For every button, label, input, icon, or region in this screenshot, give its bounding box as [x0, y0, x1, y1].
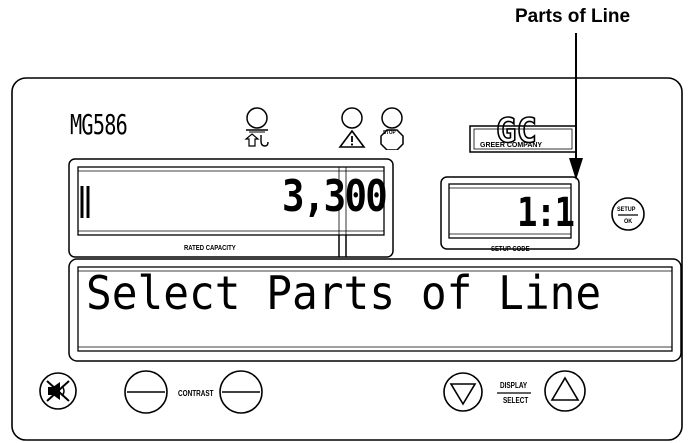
model-number: MG586	[70, 108, 128, 141]
display-label: DISPLAY	[500, 381, 528, 390]
warning-triangle-icon	[338, 107, 366, 148]
rated-capacity-value: 3,300	[282, 171, 388, 222]
mute-horn-button[interactable]	[38, 371, 78, 411]
rated-capacity-label: RATED CAPACITY	[184, 245, 236, 252]
greer-company-logo: GC GREER COMPANY	[469, 110, 577, 153]
setup-button-label: SETUP	[617, 206, 636, 213]
select-label: SELECT	[503, 396, 529, 405]
lift-hook-icon	[244, 107, 269, 147]
stop-sign-text: STOP	[383, 130, 396, 136]
svg-text:GREER COMPANY: GREER COMPANY	[480, 142, 542, 149]
display-up-button[interactable]	[543, 369, 587, 413]
setup-code-label: SETUP CODE	[491, 246, 530, 253]
display-down-button[interactable]	[442, 371, 484, 413]
ok-button-label: OK	[624, 218, 633, 225]
contrast-decrease-button[interactable]	[123, 369, 169, 415]
contrast-label: CONTRAST	[178, 389, 214, 398]
display-select-divider	[497, 392, 531, 394]
message-text: Select Parts of Line	[86, 266, 602, 320]
contrast-increase-button[interactable]	[218, 369, 264, 415]
setup-ok-button[interactable]	[610, 196, 646, 232]
stop-indicator	[380, 107, 404, 150]
setup-code-value: 1:1	[517, 190, 575, 236]
